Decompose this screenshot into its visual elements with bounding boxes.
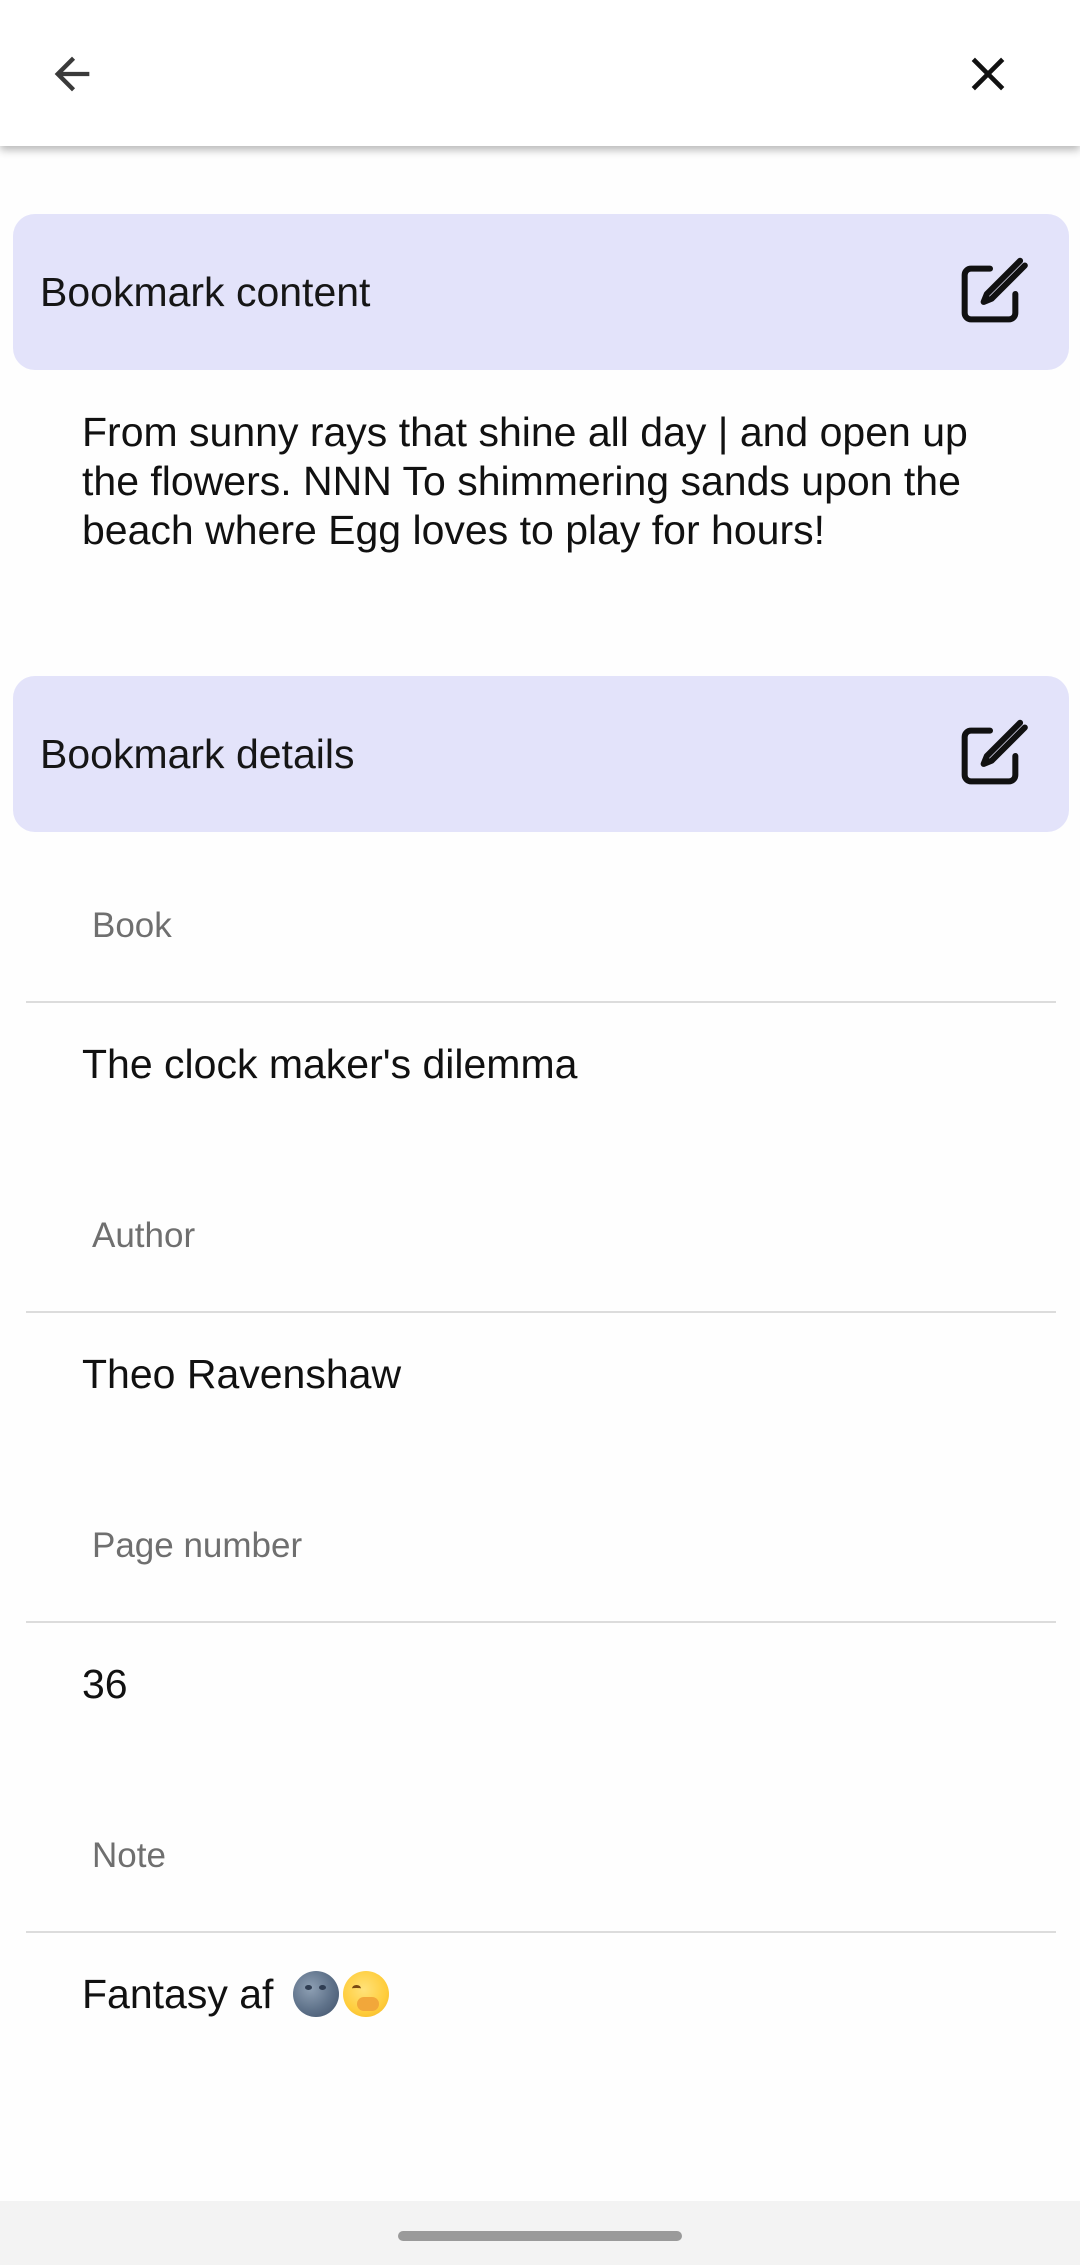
edit-icon (961, 257, 1028, 323)
back-button[interactable] (24, 26, 120, 122)
bookmark-detail-screen: Bookmark content From sunny rays that sh… (0, 0, 1080, 2265)
note-divider (26, 1931, 1056, 1933)
author-divider (26, 1311, 1056, 1313)
new-moon-face-emoji (292, 1971, 339, 2017)
bookmark-content-text: From sunny rays that shine all day | and… (82, 409, 968, 553)
edit-icon (961, 719, 1028, 785)
bookmark-details-title: Bookmark details (40, 731, 355, 777)
book-divider (26, 1001, 1056, 1003)
author-value: Theo Ravenshaw (82, 1351, 402, 1397)
page-number-divider (26, 1621, 1056, 1623)
book-value: The clock maker's dilemma (82, 1041, 578, 1087)
close-icon (971, 57, 1005, 91)
close-button[interactable] (940, 26, 1036, 122)
face-with-hand-over-mouth-emoji (342, 1971, 389, 2017)
page-number-label: Page number (92, 1526, 303, 1565)
bookmark-content-header: Bookmark content (13, 214, 1069, 370)
edit-details-button[interactable] (948, 714, 1032, 798)
edit-content-button[interactable] (948, 252, 1032, 336)
home-gesture-handle[interactable] (398, 2231, 682, 2241)
bookmark-content-title: Bookmark content (40, 269, 371, 315)
top-app-bar (0, 0, 1080, 146)
book-label: Book (92, 906, 172, 945)
author-label: Author (92, 1216, 196, 1255)
note-text: Fantasy af (82, 1971, 274, 2017)
bookmark-details-header: Bookmark details (13, 676, 1069, 832)
note-value: Fantasy af (82, 1971, 389, 2018)
note-label: Note (92, 1836, 166, 1875)
system-navigation-bar (0, 2201, 1080, 2265)
arrow-left-icon (54, 56, 90, 92)
page-number-value: 36 (82, 1661, 128, 1707)
